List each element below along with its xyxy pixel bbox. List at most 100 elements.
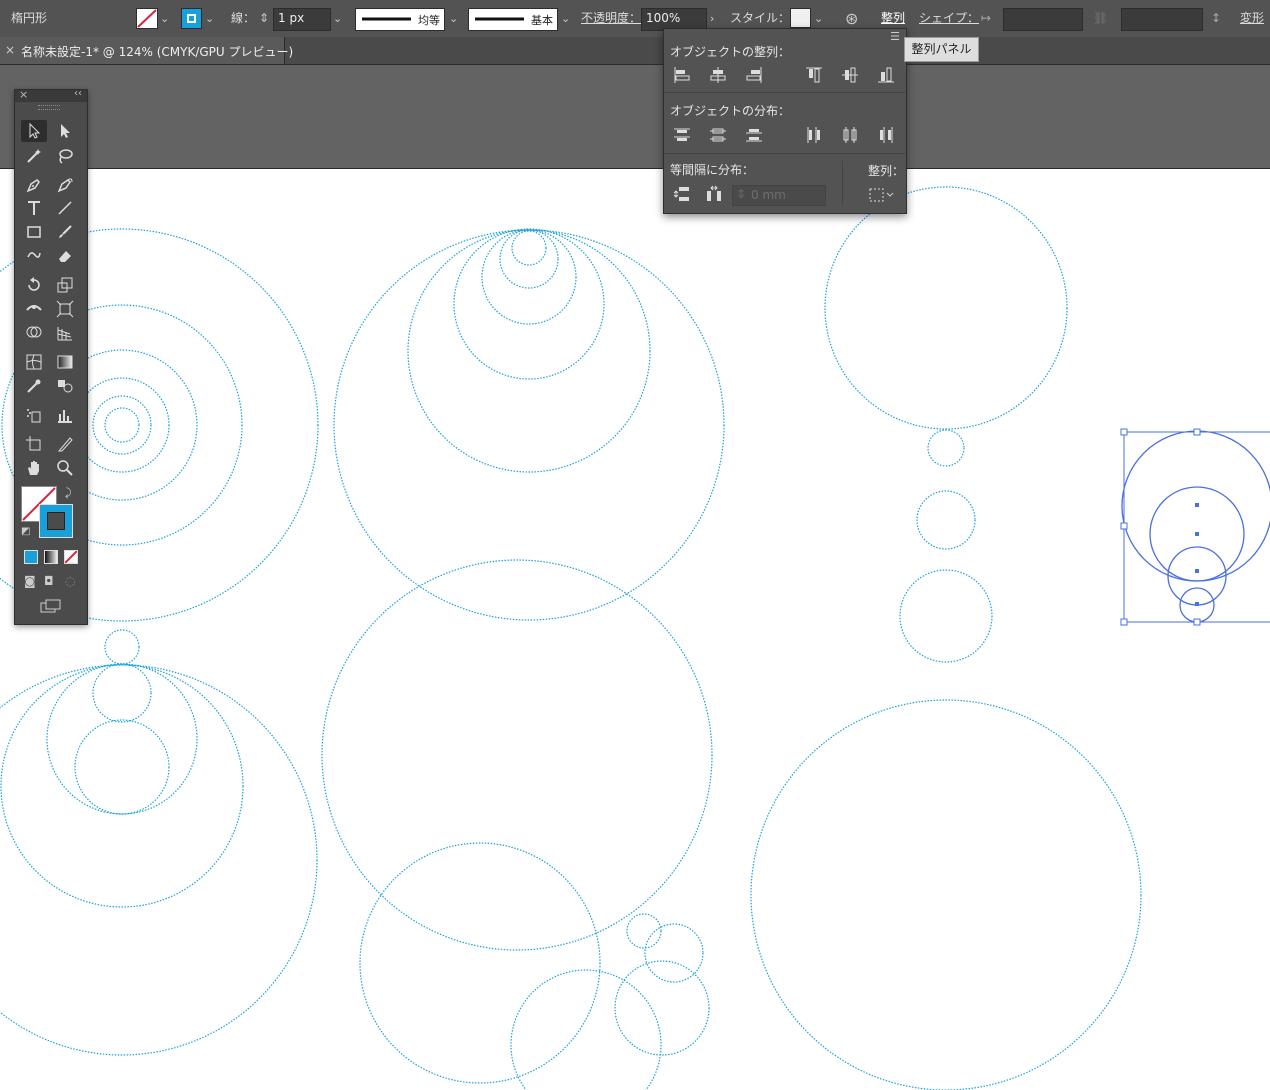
- rotate-tool[interactable]: [21, 274, 47, 296]
- scale-tool[interactable]: [52, 274, 78, 296]
- ellipse-object[interactable]: [74, 719, 170, 815]
- stroke-profile-chevron-icon[interactable]: ⌄: [449, 0, 458, 37]
- tools-collapse-icon[interactable]: ‹‹: [74, 88, 82, 99]
- horizontal-align-center-button[interactable]: [707, 65, 729, 85]
- stroke-profile-uniform[interactable]: 均等: [355, 8, 445, 31]
- horizontal-distribute-right-button[interactable]: [875, 125, 897, 145]
- stroke-weight-field[interactable]: 1 px: [273, 8, 331, 31]
- vertical-distribute-center-button[interactable]: [707, 125, 729, 145]
- align-to-selection-dropdown[interactable]: [867, 185, 897, 205]
- ellipse-object[interactable]: [626, 913, 662, 949]
- column-graph-tool[interactable]: [52, 404, 78, 426]
- eyedropper-tool[interactable]: [21, 375, 47, 397]
- draw-normal-icon[interactable]: ◙: [24, 574, 36, 588]
- hand-tool[interactable]: [21, 457, 47, 479]
- ellipse-object[interactable]: [359, 842, 601, 1084]
- color-mode-button[interactable]: [24, 550, 38, 564]
- curvature-tool[interactable]: [52, 174, 78, 196]
- paintbrush-tool[interactable]: [52, 221, 78, 243]
- stroke-swatch[interactable]: [181, 8, 202, 29]
- opacity-label[interactable]: 不透明度：: [581, 0, 641, 37]
- vertical-distribute-bottom-button[interactable]: [743, 125, 765, 145]
- shape-width-field[interactable]: [1003, 8, 1083, 31]
- screen-mode-button[interactable]: [40, 599, 62, 616]
- swap-fill-stroke-icon[interactable]: ⤸: [65, 486, 72, 500]
- ellipse-object[interactable]: [511, 230, 547, 266]
- stroke-dropdown-chevron-icon[interactable]: ⌄: [205, 0, 214, 37]
- ellipse-object[interactable]: [92, 395, 152, 455]
- ellipse-object[interactable]: [916, 490, 976, 550]
- graphic-style-swatch[interactable]: [790, 8, 811, 28]
- ellipse-object[interactable]: [0, 664, 244, 908]
- gradient-tool[interactable]: [52, 351, 78, 373]
- blend-tool[interactable]: [52, 375, 78, 397]
- default-fill-stroke-icon[interactable]: ◩: [21, 526, 30, 537]
- bounding-box-handle[interactable]: [1193, 428, 1201, 436]
- panel-menu-icon[interactable]: ☰: [890, 30, 900, 43]
- fill-dropdown-chevron-icon[interactable]: ⌄: [160, 0, 169, 37]
- brush-definition-basic[interactable]: 基本: [468, 8, 558, 31]
- ellipse-object[interactable]: [407, 229, 651, 473]
- line-segment-tool[interactable]: [52, 197, 78, 219]
- ellipse-object[interactable]: [824, 186, 1068, 430]
- ellipse-object[interactable]: [927, 429, 965, 467]
- horizontal-distribute-center-button[interactable]: [839, 125, 861, 145]
- lasso-tool[interactable]: [52, 145, 78, 167]
- brush-definition-chevron-icon[interactable]: ⌄: [561, 0, 570, 37]
- none-mode-button[interactable]: [64, 550, 78, 564]
- ellipse-object[interactable]: [104, 407, 140, 443]
- ellipse-object[interactable]: [74, 377, 170, 473]
- spacing-stepper-icon[interactable]: ⇕: [736, 187, 746, 201]
- ellipse-object[interactable]: [614, 960, 710, 1056]
- shape-link[interactable]: シェイプ：: [919, 0, 979, 37]
- ellipse-object[interactable]: [899, 569, 993, 663]
- stroke-weight-chevron-icon[interactable]: ⌄: [333, 0, 342, 37]
- ellipse-object[interactable]: [510, 969, 662, 1090]
- spacing-value-field[interactable]: ⇕ 0 mm: [732, 185, 826, 206]
- horizontal-distribute-left-button[interactable]: [803, 125, 825, 145]
- ellipse-object[interactable]: [92, 663, 152, 723]
- artwork-canvas[interactable]: [0, 169, 1270, 1090]
- ellipse-object[interactable]: [0, 664, 318, 1056]
- bounding-box-handle[interactable]: [1120, 522, 1128, 530]
- width-tool[interactable]: [21, 298, 47, 320]
- transform-link[interactable]: 変形: [1240, 0, 1264, 37]
- free-transform-tool[interactable]: [52, 298, 78, 320]
- tools-panel-header[interactable]: × ‹‹: [15, 88, 87, 102]
- shaper-tool[interactable]: [21, 245, 47, 267]
- ellipse-object[interactable]: [453, 228, 605, 380]
- bounding-box-handle[interactable]: [1120, 428, 1128, 436]
- bounding-box-handle[interactable]: [1193, 618, 1201, 626]
- eraser-tool[interactable]: [52, 245, 78, 267]
- vertical-distribute-top-button[interactable]: [671, 125, 693, 145]
- ellipse-object[interactable]: [321, 559, 713, 951]
- zoom-tool[interactable]: [52, 457, 78, 479]
- symbol-sprayer-tool[interactable]: [21, 404, 47, 426]
- vertical-align-center-button[interactable]: [839, 65, 861, 85]
- vertical-distribute-space-button[interactable]: [671, 184, 693, 204]
- mesh-tool[interactable]: [21, 351, 47, 373]
- ellipse-object[interactable]: [46, 663, 198, 815]
- tools-close-icon[interactable]: ×: [19, 88, 28, 101]
- pen-tool[interactable]: [21, 174, 47, 196]
- magic-wand-tool[interactable]: [21, 145, 47, 167]
- draw-behind-icon[interactable]: ◘: [44, 574, 54, 588]
- direct-selection-tool[interactable]: [52, 120, 78, 142]
- vertical-align-bottom-button[interactable]: [875, 65, 897, 85]
- ellipse-object[interactable]: [481, 229, 577, 325]
- close-tab-icon[interactable]: ×: [5, 43, 15, 57]
- gradient-mode-button[interactable]: [44, 550, 58, 564]
- document-tab[interactable]: × 名称未設定-1* @ 124% (CMYK/GPU プレビュー): [0, 37, 293, 64]
- type-tool[interactable]: [21, 197, 47, 219]
- horizontal-align-left-button[interactable]: [671, 65, 693, 85]
- bounding-box-handle[interactable]: [1120, 618, 1128, 626]
- horizontal-align-right-button[interactable]: [743, 65, 765, 85]
- rectangle-tool[interactable]: [21, 221, 47, 243]
- draw-inside-icon[interactable]: ◌: [65, 574, 75, 588]
- vertical-align-top-button[interactable]: [803, 65, 825, 85]
- stroke-stepper-icon[interactable]: ⇕: [259, 0, 269, 37]
- constrain-link-icon[interactable]: ⛓: [1093, 0, 1108, 37]
- slice-tool[interactable]: [52, 433, 78, 455]
- shape-builder-tool[interactable]: [21, 322, 47, 344]
- horizontal-distribute-space-button[interactable]: [703, 184, 725, 204]
